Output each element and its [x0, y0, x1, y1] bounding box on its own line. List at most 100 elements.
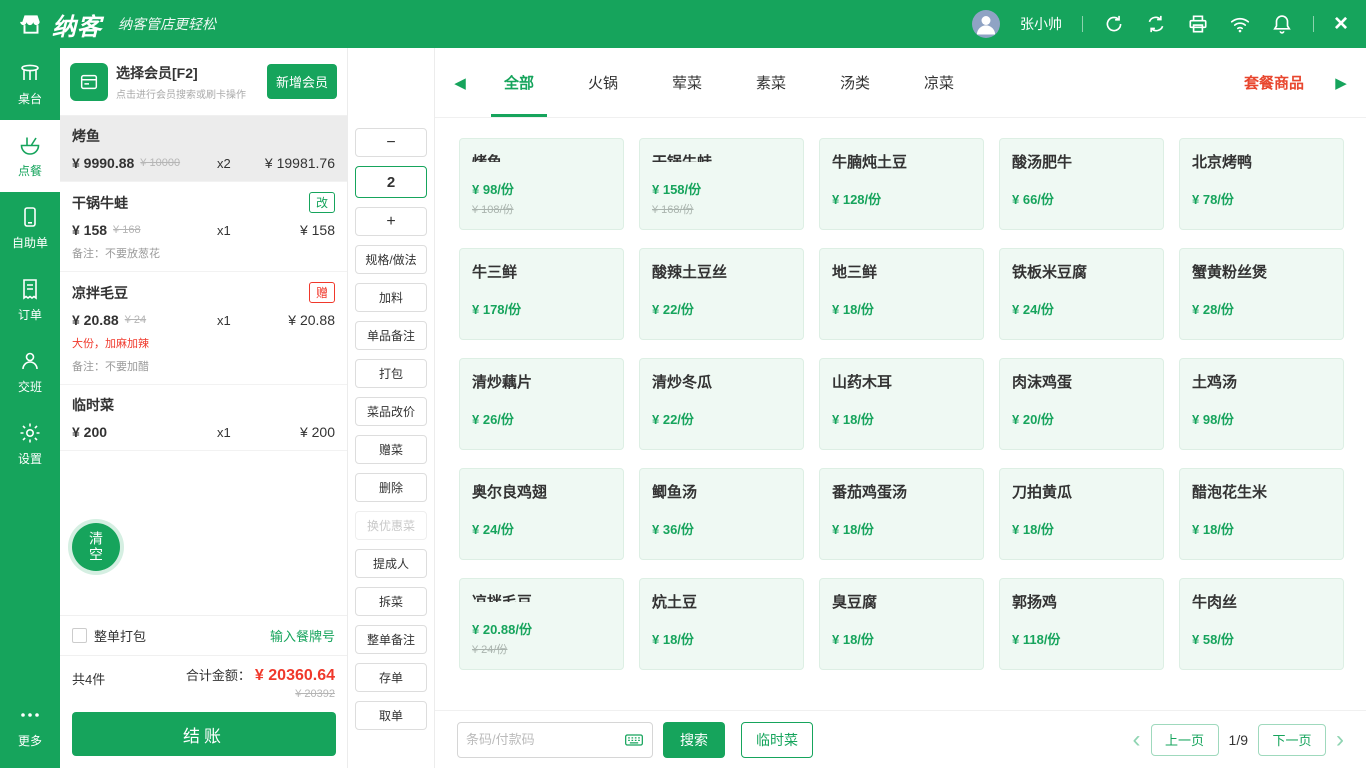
menu-item-orig-price: ¥ 24/份 [472, 641, 611, 657]
menu-card[interactable]: 炕土豆¥ 18/份 [639, 578, 804, 670]
tab-soup[interactable]: 汤类 [813, 48, 897, 117]
tab-hotpot[interactable]: 火锅 [561, 48, 645, 117]
next-page-button[interactable]: 下一页 [1258, 724, 1326, 756]
app-logo-text: 纳客 [52, 7, 102, 42]
menu-card[interactable]: 肉沫鸡蛋¥ 20/份 [999, 358, 1164, 450]
menu-card[interactable]: 烤鱼¥ 98/份¥ 108/份 [459, 138, 624, 230]
action-change-price-button[interactable]: 菜品改价 [355, 397, 427, 426]
action-addon-button[interactable]: 加料 [355, 283, 427, 312]
menu-card[interactable]: 蟹黄粉丝煲¥ 28/份 [1179, 248, 1344, 340]
menu-card[interactable]: 醋泡花生米¥ 18/份 [1179, 468, 1344, 560]
barcode-input[interactable] [466, 732, 618, 747]
sidebar-item-ordering[interactable]: 点餐 [0, 120, 60, 192]
cart-item[interactable]: 临时菜 ¥ 200 x1 ¥ 200 [60, 385, 347, 451]
tab-combo[interactable]: 套餐商品 [1224, 48, 1324, 117]
sidebar-item-selfservice[interactable]: 自助单 [0, 192, 60, 264]
menu-card[interactable]: 奥尔良鸡翅¥ 24/份 [459, 468, 624, 560]
modify-badge[interactable]: 改 [309, 192, 335, 213]
app-logo: 纳客 纳客管店更轻松 [18, 7, 216, 42]
menu-card[interactable]: 北京烤鸭¥ 78/份 [1179, 138, 1344, 230]
printer-icon[interactable] [1187, 13, 1209, 35]
action-save-order-button[interactable]: 存单 [355, 663, 427, 692]
category-prev-arrow-icon[interactable]: ◀ [443, 48, 477, 117]
prev-page-button[interactable]: 上一页 [1151, 724, 1219, 756]
checkout-button[interactable]: 结账 [72, 712, 336, 756]
cart-item-orig-price: ¥ 24 [125, 314, 217, 326]
menu-card[interactable]: 臭豆腐¥ 18/份 [819, 578, 984, 670]
cart-item-price: ¥ 158 [72, 222, 107, 238]
menu-card[interactable]: 铁板米豆腐¥ 24/份 [999, 248, 1164, 340]
sidebar-item-tables[interactable]: 桌台 [0, 48, 60, 120]
menu-card[interactable]: 牛腩炖土豆¥ 128/份 [819, 138, 984, 230]
add-member-button[interactable]: 新增会员 [267, 64, 337, 99]
user-avatar[interactable] [972, 10, 1000, 38]
action-commission-button[interactable]: 提成人 [355, 549, 427, 578]
logo-icon [18, 11, 44, 37]
cart-item-total: ¥ 19981.76 [261, 155, 335, 171]
menu-card[interactable]: 番茄鸡蛋汤¥ 18/份 [819, 468, 984, 560]
close-icon[interactable]: × [1334, 12, 1348, 36]
cart-item-qty: x1 [217, 223, 261, 238]
sidebar-item-orders[interactable]: 订单 [0, 264, 60, 336]
refresh-icon[interactable] [1103, 13, 1125, 35]
sidebar-item-more[interactable]: 更多 [0, 690, 60, 762]
menu-card[interactable]: 郭扬鸡¥ 118/份 [999, 578, 1164, 670]
pack-checkbox[interactable] [72, 628, 87, 643]
menu-card[interactable]: 地三鲜¥ 18/份 [819, 248, 984, 340]
cart-item[interactable]: 凉拌毛豆 赠 ¥ 20.88 ¥ 24 x1 ¥ 20.88 大份，加麻加辣 备… [60, 272, 347, 385]
bell-icon[interactable] [1271, 13, 1293, 35]
wifi-icon[interactable] [1229, 13, 1251, 35]
original-total: ¥ 20392 [186, 688, 335, 700]
keyboard-icon[interactable] [624, 730, 644, 750]
clear-cart-button[interactable]: 清空 [72, 523, 120, 571]
menu-card[interactable]: 凉拌毛豆¥ 20.88/份¥ 24/份 [459, 578, 624, 670]
sync-icon[interactable] [1145, 13, 1167, 35]
tab-meat[interactable]: 荤菜 [645, 48, 729, 117]
member-select[interactable]: 选择会员[F2] 点击进行会员搜索或刷卡操作 新增会员 [60, 48, 347, 116]
menu-card[interactable]: 干锅牛蛙¥ 158/份¥ 168/份 [639, 138, 804, 230]
cart-item-price: ¥ 200 [72, 424, 107, 440]
menu-card[interactable]: 鲫鱼汤¥ 36/份 [639, 468, 804, 560]
category-next-arrow-icon[interactable]: ▶ [1324, 48, 1358, 117]
search-button[interactable]: 搜索 [663, 722, 725, 758]
tab-vegetable[interactable]: 素菜 [729, 48, 813, 117]
sidebar-item-label: 点餐 [18, 162, 42, 179]
next-chevron-icon[interactable]: › [1336, 728, 1344, 752]
menu-card[interactable]: 牛三鲜¥ 178/份 [459, 248, 624, 340]
cart-item-total: ¥ 158 [261, 222, 335, 238]
prev-chevron-icon[interactable]: ‹ [1133, 728, 1141, 752]
sidebar-item-shift[interactable]: 交班 [0, 336, 60, 408]
menu-card[interactable]: 酸辣土豆丝¥ 22/份 [639, 248, 804, 340]
cart-item[interactable]: 干锅牛蛙 改 ¥ 158 ¥ 168 x1 ¥ 158 备注：不要放葱花 [60, 182, 347, 272]
action-retrieve-order-button[interactable]: 取单 [355, 701, 427, 730]
cart-item[interactable]: 烤鱼 ¥ 9990.88 ¥ 10000 x2 ¥ 19981.76 [60, 116, 347, 182]
menu-card[interactable]: 土鸡汤¥ 98/份 [1179, 358, 1344, 450]
menu-item-name: 醋泡花生米 [1192, 481, 1331, 502]
menu-card[interactable]: 牛肉丝¥ 58/份 [1179, 578, 1344, 670]
qty-plus-button[interactable]: + [355, 207, 427, 236]
action-item-note-button[interactable]: 单品备注 [355, 321, 427, 350]
menu-item-name: 土鸡汤 [1192, 371, 1331, 392]
qty-minus-button[interactable]: − [355, 128, 427, 157]
action-split-dish-button[interactable]: 拆菜 [355, 587, 427, 616]
menu-card[interactable]: 酸汤肥牛¥ 66/份 [999, 138, 1164, 230]
menu-item-name: 清炒藕片 [472, 371, 611, 392]
action-gift-button[interactable]: 赠菜 [355, 435, 427, 464]
tab-cold-dish[interactable]: 凉菜 [897, 48, 981, 117]
menu-card[interactable]: 清炒冬瓜¥ 22/份 [639, 358, 804, 450]
temp-dish-button[interactable]: 临时菜 [741, 722, 813, 758]
sidebar-item-settings[interactable]: 设置 [0, 408, 60, 480]
action-spec-button[interactable]: 规格/做法 [355, 245, 427, 274]
menu-card[interactable]: 清炒藕片¥ 26/份 [459, 358, 624, 450]
menu-card[interactable]: 刀拍黄瓜¥ 18/份 [999, 468, 1164, 560]
action-pack-button[interactable]: 打包 [355, 359, 427, 388]
menu-item-name: 刀拍黄瓜 [1012, 481, 1151, 502]
action-column: − 2 + 规格/做法 加料 单品备注 打包 菜品改价 赠菜 删除 换优惠菜 提… [348, 48, 435, 768]
menu-item-name: 牛三鲜 [472, 261, 611, 282]
tab-all[interactable]: 全部 [477, 48, 561, 117]
action-delete-button[interactable]: 删除 [355, 473, 427, 502]
enter-card-number-link[interactable]: 输入餐牌号 [270, 626, 335, 645]
action-order-note-button[interactable]: 整单备注 [355, 625, 427, 654]
menu-item-price: ¥ 18/份 [832, 519, 971, 538]
menu-card[interactable]: 山药木耳¥ 18/份 [819, 358, 984, 450]
